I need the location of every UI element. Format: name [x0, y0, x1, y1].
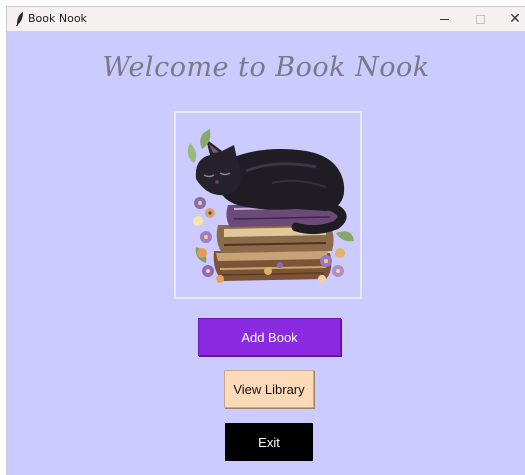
- app-window: Book Nook ✕ Welcome to Book Nook Add Boo…: [7, 7, 525, 475]
- exit-button[interactable]: Exit: [225, 423, 313, 461]
- add-book-button[interactable]: Add Book: [198, 318, 341, 356]
- view-library-button[interactable]: View Library: [224, 370, 314, 408]
- maximize-icon: [475, 14, 485, 24]
- minimize-icon: [439, 18, 449, 20]
- maximize-button[interactable]: [463, 7, 497, 31]
- welcome-heading: Welcome to Book Nook: [102, 52, 430, 83]
- minimize-button[interactable]: [427, 7, 461, 31]
- sleeping-cat-on-books-icon: [187, 129, 354, 283]
- cat-books-image-frame: [174, 111, 362, 299]
- close-button[interactable]: ✕: [498, 7, 525, 31]
- window-title: Book Nook: [28, 12, 87, 25]
- title-bar[interactable]: Book Nook ✕: [7, 7, 525, 31]
- feather-icon: [16, 12, 23, 26]
